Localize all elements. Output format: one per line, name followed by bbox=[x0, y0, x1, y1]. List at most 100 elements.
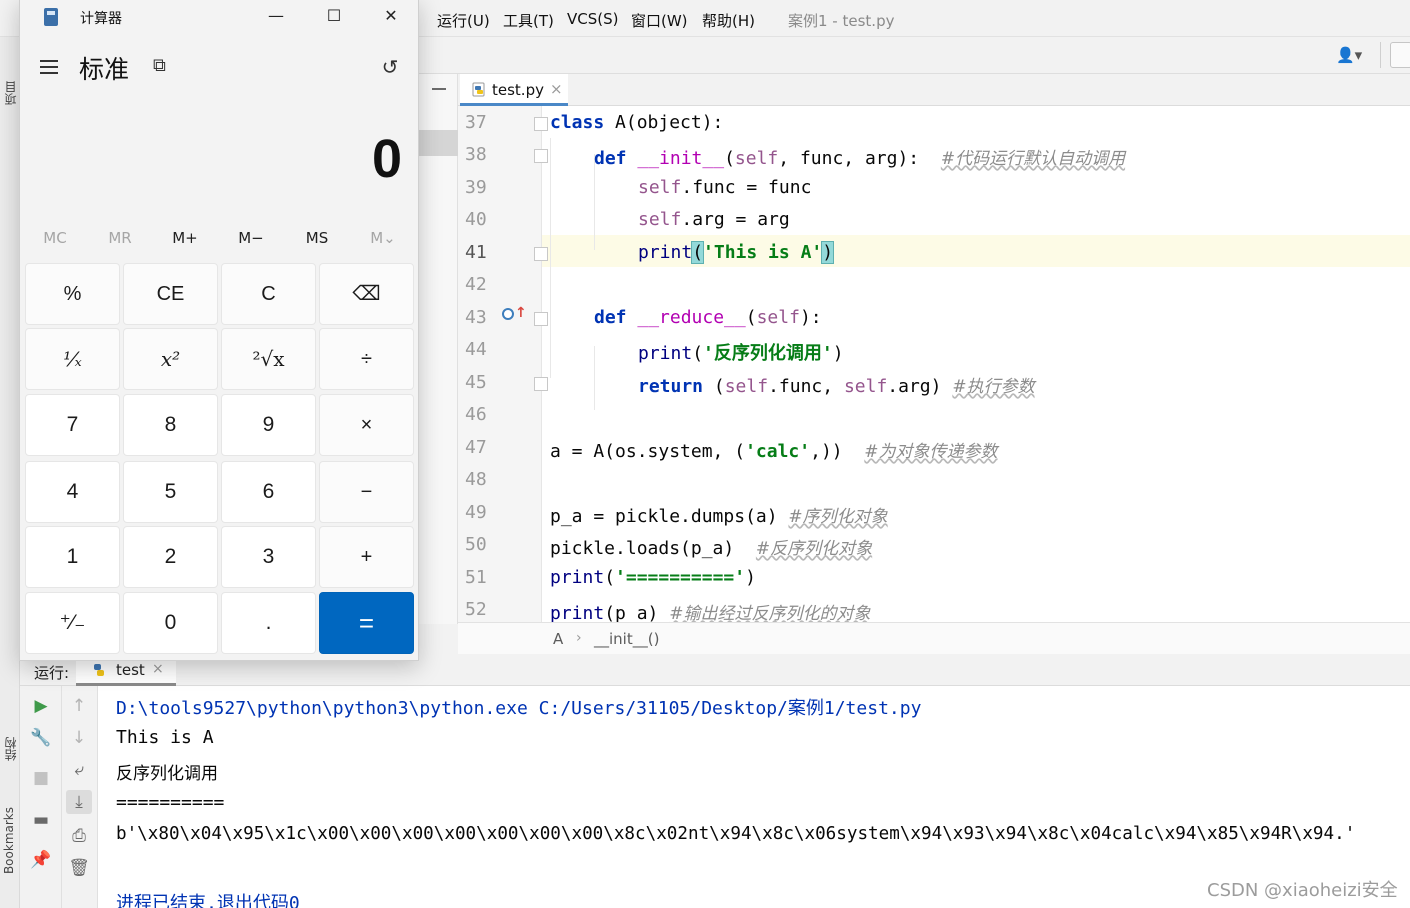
maximize-button[interactable]: ☐ bbox=[308, 2, 360, 32]
structure-tool-tab[interactable]: 结构 bbox=[2, 737, 19, 761]
digit-6-key[interactable]: 6 bbox=[221, 461, 316, 523]
menu-window[interactable]: 窗口(W) bbox=[631, 10, 688, 31]
code-line-44: print('反序列化调用') bbox=[638, 343, 844, 364]
editor-tab-label: test.py bbox=[492, 81, 544, 99]
code-line-39: self.func = func bbox=[638, 177, 812, 198]
line-number: 45 bbox=[465, 372, 487, 393]
menu-help[interactable]: 帮助(H) bbox=[702, 10, 755, 31]
code-line-45: return (self.func, self.arg) #执行参数 bbox=[638, 376, 1035, 397]
console-line: b'\x80\x04\x95\x1c\x00\x00\x00\x00\x00\x… bbox=[116, 824, 1356, 844]
line-number: 38 bbox=[465, 144, 487, 165]
calculator-title: 计算器 bbox=[80, 11, 122, 27]
clear-key[interactable]: C bbox=[221, 263, 316, 325]
breadcrumb-class[interactable]: A bbox=[553, 630, 563, 648]
line-number: 43 bbox=[465, 307, 487, 328]
layout-icon[interactable]: ▬ bbox=[28, 808, 54, 832]
equals-key[interactable]: = bbox=[319, 592, 414, 654]
current-line-highlight bbox=[458, 235, 1410, 267]
ide-window-title: 案例1 - test.py bbox=[788, 12, 895, 30]
python-run-icon bbox=[94, 664, 104, 676]
code-line-50: pickle.loads(p_a) #反序列化对象 bbox=[550, 538, 873, 559]
pin-icon[interactable]: 📌 bbox=[28, 848, 54, 872]
fold-marker[interactable] bbox=[534, 247, 548, 261]
square-root-key[interactable]: ²√x bbox=[221, 328, 316, 390]
scroll-up-icon[interactable]: ↑ bbox=[66, 694, 92, 718]
reciprocal-key[interactable]: ¹⁄ₓ bbox=[25, 328, 120, 390]
close-tab-icon[interactable]: × bbox=[550, 80, 563, 98]
minimize-button[interactable]: — bbox=[250, 2, 302, 32]
history-icon[interactable]: ↺ bbox=[378, 55, 402, 79]
console-line: ========== bbox=[116, 792, 225, 813]
square-key[interactable]: x² bbox=[123, 328, 218, 390]
panel-minimize-icon[interactable] bbox=[432, 88, 446, 90]
digit-8-key[interactable]: 8 bbox=[123, 394, 218, 456]
digit-2-key[interactable]: 2 bbox=[123, 526, 218, 588]
memory-add-button[interactable]: M+ bbox=[155, 229, 215, 247]
user-account-icon[interactable]: 👤▾ bbox=[1336, 46, 1372, 66]
scroll-down-icon[interactable]: ↓ bbox=[66, 726, 92, 750]
subtract-key[interactable]: − bbox=[319, 461, 414, 523]
console-line: 反序列化调用 bbox=[116, 764, 218, 784]
close-button[interactable]: ✕ bbox=[365, 2, 417, 32]
toolbar-overflow-button[interactable] bbox=[1390, 42, 1410, 68]
toolbar-divider bbox=[1380, 42, 1381, 68]
print-icon[interactable]: ⎙ bbox=[66, 824, 92, 848]
override-gutter-icon[interactable] bbox=[502, 308, 514, 320]
menu-run[interactable]: 运行(U) bbox=[437, 10, 490, 31]
wrench-icon[interactable]: 🔧 bbox=[28, 726, 54, 750]
decimal-key[interactable]: . bbox=[221, 592, 316, 654]
code-line-41: print('This is A') bbox=[638, 241, 835, 264]
code-line-47: a = A(os.system, ('calc',)) #为对象传递参数 bbox=[550, 441, 998, 462]
bookmarks-tool-tab[interactable]: Bookmarks bbox=[2, 807, 16, 874]
memory-clear-button[interactable]: MC bbox=[25, 229, 85, 247]
code-editor[interactable]: 37 38 39 40 41 42 43 44 45 46 47 48 49 5… bbox=[458, 106, 1410, 622]
fold-marker[interactable] bbox=[534, 312, 548, 326]
percent-key[interactable]: % bbox=[25, 263, 120, 325]
line-number: 48 bbox=[465, 469, 487, 490]
menu-hamburger-icon[interactable] bbox=[40, 60, 58, 74]
console-line: 进程已结束,退出代码0 bbox=[116, 893, 300, 908]
soft-wrap-icon[interactable]: ⤶ bbox=[66, 758, 92, 782]
multiply-key[interactable]: × bbox=[319, 394, 414, 456]
add-key[interactable]: + bbox=[319, 526, 414, 588]
digit-9-key[interactable]: 9 bbox=[221, 394, 316, 456]
memory-recall-button[interactable]: MR bbox=[90, 229, 150, 247]
project-selected-row[interactable] bbox=[418, 130, 458, 156]
digit-7-key[interactable]: 7 bbox=[25, 394, 120, 456]
code-line-43: def __reduce__(self): bbox=[594, 307, 822, 328]
scroll-to-end-icon[interactable]: ⤓ bbox=[66, 790, 92, 814]
fold-marker[interactable] bbox=[534, 149, 548, 163]
line-number: 44 bbox=[465, 339, 487, 360]
digit-0-key[interactable]: 0 bbox=[123, 592, 218, 654]
divide-key[interactable]: ÷ bbox=[319, 328, 414, 390]
run-tab-label: test bbox=[116, 661, 145, 679]
left-tool-strip: 项目 结构 Bookmarks bbox=[0, 37, 20, 908]
run-panel-label: 运行: bbox=[34, 664, 70, 682]
digit-5-key[interactable]: 5 bbox=[123, 461, 218, 523]
close-run-tab-icon[interactable]: × bbox=[152, 661, 164, 677]
editor-tab-test-py[interactable]: test.py × bbox=[460, 74, 568, 106]
trash-icon[interactable]: 🗑 bbox=[66, 856, 92, 880]
backspace-key[interactable]: ⌫ bbox=[319, 263, 414, 325]
stop-icon[interactable]: ■ bbox=[28, 766, 54, 790]
fold-marker[interactable] bbox=[534, 117, 548, 131]
run-console[interactable]: D:\tools9527\python\python3\python.exe C… bbox=[98, 686, 1410, 908]
line-number: 49 bbox=[465, 502, 487, 523]
memory-list-button[interactable]: M⌄ bbox=[353, 229, 413, 247]
clear-entry-key[interactable]: CE bbox=[123, 263, 218, 325]
project-tool-tab[interactable]: 项目 bbox=[2, 81, 19, 105]
rerun-icon[interactable]: ▶ bbox=[28, 694, 54, 718]
keep-on-top-icon[interactable]: ⧉ bbox=[153, 56, 173, 76]
digit-1-key[interactable]: 1 bbox=[25, 526, 120, 588]
breadcrumb-method[interactable]: __init__() bbox=[594, 630, 659, 648]
menu-vcs[interactable]: VCS(S) bbox=[567, 10, 618, 28]
memory-store-button[interactable]: MS bbox=[287, 229, 347, 247]
digit-4-key[interactable]: 4 bbox=[25, 461, 120, 523]
menu-tools[interactable]: 工具(T) bbox=[503, 10, 554, 31]
line-number: 51 bbox=[465, 567, 487, 588]
desktop: 运行(U) 工具(T) VCS(S) 窗口(W) 帮助(H) 案例1 - tes… bbox=[0, 0, 1410, 908]
memory-subtract-button[interactable]: M− bbox=[221, 229, 281, 247]
negate-key[interactable]: ⁺⁄₋ bbox=[25, 592, 120, 654]
digit-3-key[interactable]: 3 bbox=[221, 526, 316, 588]
fold-marker[interactable] bbox=[534, 377, 548, 391]
